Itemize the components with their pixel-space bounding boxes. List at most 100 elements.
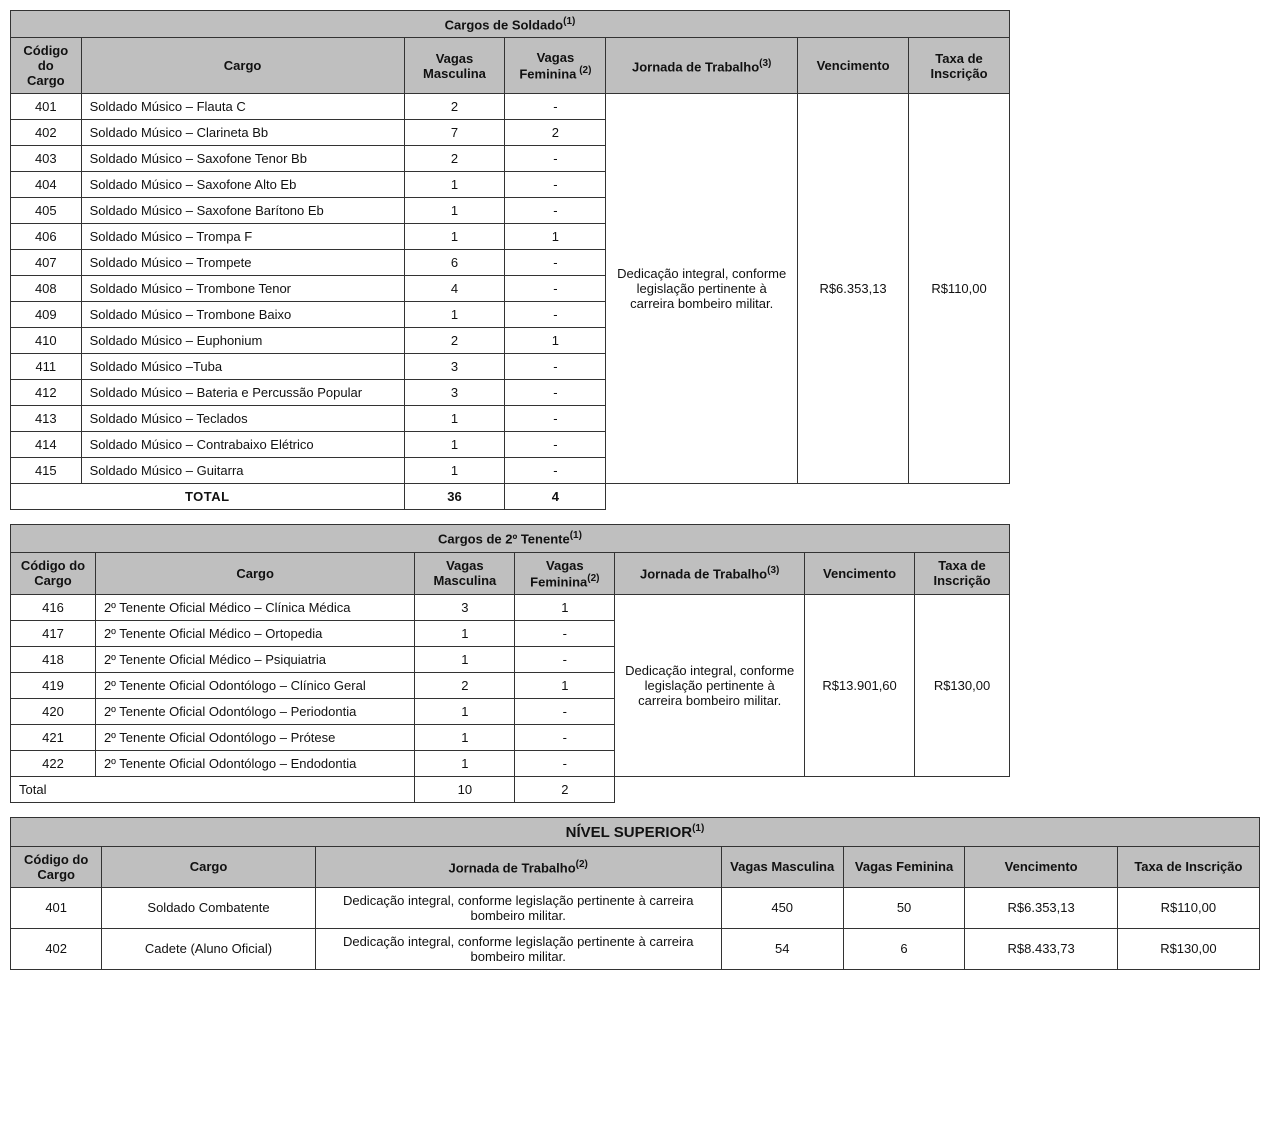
cell-vm: 7 [404, 120, 505, 146]
hdr-vf: Vagas Feminina(2) [515, 552, 615, 594]
table2-total-row: Total 10 2 [11, 776, 1010, 802]
cell-vm: 1 [404, 198, 505, 224]
cell-codigo: 419 [11, 672, 96, 698]
table1-total-row: TOTAL 36 4 [11, 484, 1010, 510]
cell-jornada: Dedicação integral, conforme legislação … [315, 887, 721, 928]
cell-vf: 1 [505, 328, 606, 354]
cell-codigo: 407 [11, 250, 82, 276]
cell-vf: - [505, 172, 606, 198]
cell-cargo: 2º Tenente Oficial Odontólogo – Prótese [95, 724, 414, 750]
cell-vf: 1 [505, 224, 606, 250]
hdr-vm: Vagas Masculina [415, 552, 515, 594]
cell-vf: - [505, 94, 606, 120]
hdr-codigo: Código do Cargo [11, 846, 102, 887]
cell-vf: - [505, 354, 606, 380]
table1-title: Cargos de Soldado(1) [11, 11, 1010, 38]
cell-vf: - [505, 250, 606, 276]
cell-vf: - [505, 432, 606, 458]
cell-vf: - [505, 458, 606, 484]
cell-vf: 1 [515, 672, 615, 698]
cell-vm: 3 [404, 354, 505, 380]
cell-codigo: 413 [11, 406, 82, 432]
hdr-venc: Vencimento [805, 552, 915, 594]
table-tenente: Cargos de 2º Tenente(1) Código do Cargo … [10, 524, 1010, 803]
hdr-codigo: Código do Cargo [11, 552, 96, 594]
cell-codigo: 421 [11, 724, 96, 750]
cell-vm: 1 [415, 646, 515, 672]
cell-vf: - [505, 302, 606, 328]
cell-vm: 1 [404, 432, 505, 458]
cell-cargo: Soldado Músico – Trombone Baixo [81, 302, 404, 328]
cell-vf: - [515, 724, 615, 750]
cell-venc: R$8.433,73 [965, 928, 1117, 969]
cell-codigo: 408 [11, 276, 82, 302]
cell-vm: 1 [415, 698, 515, 724]
cell-cargo: Soldado Músico – Trompete [81, 250, 404, 276]
cell-vm: 3 [404, 380, 505, 406]
hdr-jornada: Jornada de Trabalho(2) [315, 846, 721, 887]
cell-cargo: Soldado Músico – Teclados [81, 406, 404, 432]
cell-taxa: R$130,00 [915, 594, 1010, 776]
cell-codigo: 401 [11, 94, 82, 120]
table-row: 401Soldado CombatenteDedicação integral,… [11, 887, 1260, 928]
cell-codigo: 414 [11, 432, 82, 458]
cell-cargo: 2º Tenente Oficial Odontólogo – Clínico … [95, 672, 414, 698]
cell-vf: - [515, 646, 615, 672]
table-soldado: Cargos de Soldado(1) Código do Cargo Car… [10, 10, 1010, 510]
cell-cargo: Soldado Músico – Saxofone Alto Eb [81, 172, 404, 198]
hdr-venc: Vencimento [965, 846, 1117, 887]
hdr-vm: Vagas Masculina [721, 846, 843, 887]
cell-vm: 1 [404, 458, 505, 484]
cell-vm: 2 [404, 146, 505, 172]
cell-vm: 54 [721, 928, 843, 969]
cell-cargo: Cadete (Aluno Oficial) [102, 928, 315, 969]
cell-cargo: 2º Tenente Oficial Odontólogo – Endodont… [95, 750, 414, 776]
cell-vf: - [515, 620, 615, 646]
cell-jornada: Dedicação integral, conforme legislação … [606, 94, 798, 484]
cell-codigo: 415 [11, 458, 82, 484]
cell-vf: - [515, 750, 615, 776]
cell-vm: 1 [415, 750, 515, 776]
cell-codigo: 416 [11, 594, 96, 620]
cell-cargo: 2º Tenente Oficial Médico – Psiquiatria [95, 646, 414, 672]
hdr-taxa: Taxa de Inscrição [915, 552, 1010, 594]
hdr-vm: Vagas Masculina [404, 38, 505, 94]
cell-vf: 1 [515, 594, 615, 620]
hdr-vf: Vagas Feminina (2) [505, 38, 606, 94]
cell-codigo: 422 [11, 750, 96, 776]
cell-vf: - [515, 698, 615, 724]
cell-codigo: 411 [11, 354, 82, 380]
cell-vm: 2 [404, 328, 505, 354]
cell-vm: 3 [415, 594, 515, 620]
cell-vm: 1 [404, 406, 505, 432]
cell-vf: - [505, 276, 606, 302]
cell-codigo: 420 [11, 698, 96, 724]
hdr-jornada: Jornada de Trabalho(3) [615, 552, 805, 594]
cell-vm: 6 [404, 250, 505, 276]
hdr-vf: Vagas Feminina [843, 846, 965, 887]
cell-codigo: 418 [11, 646, 96, 672]
cell-vf: 2 [505, 120, 606, 146]
cell-vm: 1 [404, 172, 505, 198]
table2-title: Cargos de 2º Tenente(1) [11, 525, 1010, 552]
hdr-cargo: Cargo [81, 38, 404, 94]
hdr-cargo: Cargo [102, 846, 315, 887]
cell-cargo: Soldado Músico – Contrabaixo Elétrico [81, 432, 404, 458]
cell-cargo: Soldado Combatente [102, 887, 315, 928]
cell-vf: - [505, 198, 606, 224]
cell-cargo: Soldado Músico – Euphonium [81, 328, 404, 354]
cell-codigo: 409 [11, 302, 82, 328]
cell-codigo: 405 [11, 198, 82, 224]
table-row: 402Cadete (Aluno Oficial)Dedicação integ… [11, 928, 1260, 969]
cell-vm: 1 [415, 724, 515, 750]
cell-vf: - [505, 146, 606, 172]
cell-codigo: 403 [11, 146, 82, 172]
cell-taxa: R$110,00 [1117, 887, 1259, 928]
cell-cargo: Soldado Músico – Trompa F [81, 224, 404, 250]
cell-taxa: R$130,00 [1117, 928, 1259, 969]
cell-cargo: Soldado Músico – Clarineta Bb [81, 120, 404, 146]
cell-codigo: 410 [11, 328, 82, 354]
hdr-taxa: Taxa de Inscrição [1117, 846, 1259, 887]
cell-cargo: Soldado Músico – Flauta C [81, 94, 404, 120]
cell-vm: 1 [404, 224, 505, 250]
